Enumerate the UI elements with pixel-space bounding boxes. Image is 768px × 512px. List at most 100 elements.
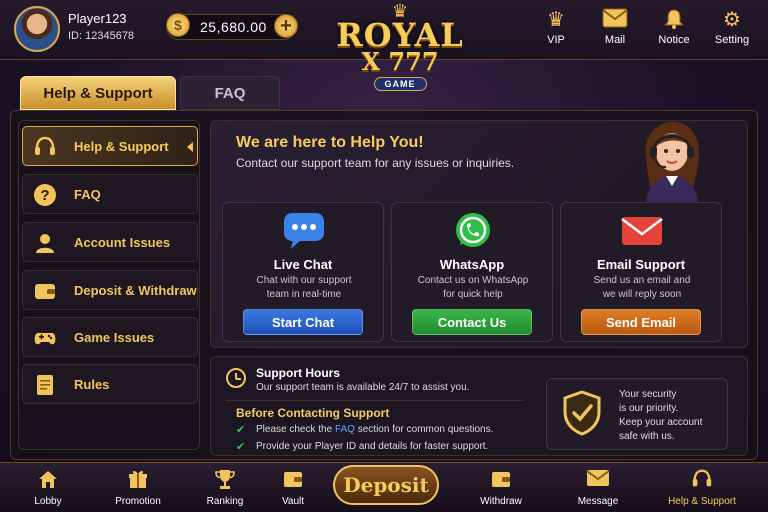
tab-faq[interactable]: FAQ: [180, 76, 280, 110]
security-line: Your security: [619, 389, 677, 400]
coin-icon: $: [166, 13, 190, 37]
headset-icon: [662, 468, 742, 490]
contact-us-button[interactable]: Contact Us: [412, 309, 532, 335]
gamepad-icon: [33, 326, 57, 350]
avatar[interactable]: [14, 6, 60, 52]
nav-notice[interactable]: Notice: [646, 8, 702, 46]
live-chat-desc-line2: team in real-time: [266, 289, 342, 300]
nav-mail[interactable]: Mail: [587, 8, 643, 46]
bottom-nav-message[interactable]: Message: [558, 468, 638, 507]
question-icon: ?: [33, 183, 57, 207]
bottom-nav-label: Message: [577, 496, 619, 507]
sidebar-item-label: Deposit & Withdraw: [74, 283, 197, 298]
checkmark-icon: ✔: [236, 441, 246, 453]
live-chat-description: Chat with our support team in real-time: [233, 274, 375, 302]
whatsapp-description: Contact us on WhatsApp for quick help: [402, 274, 544, 302]
page-title: We are here to Help You!: [236, 134, 424, 151]
crown-icon: ♛: [547, 9, 565, 31]
sidebar-item-game-issues[interactable]: Game Issues: [22, 317, 198, 357]
gift-icon: [98, 468, 178, 490]
page-subtitle: Contact our support team for any issues …: [236, 156, 515, 170]
svg-text:?: ?: [40, 187, 49, 204]
bottom-nav-vault[interactable]: Vault: [253, 468, 333, 507]
sidebar-item-help-support[interactable]: Help & Support: [22, 126, 198, 166]
security-line: safe with us.: [619, 431, 675, 442]
gear-icon: ⚙: [723, 9, 741, 31]
whatsapp-card: WhatsApp Contact us on WhatsApp for quic…: [391, 202, 553, 342]
sidebar-item-deposit-withdraw[interactable]: Deposit & Withdraw: [22, 270, 198, 310]
checkmark-icon: ✔: [236, 424, 246, 436]
home-icon: [8, 468, 88, 490]
sidebar-item-faq[interactable]: ? FAQ: [22, 174, 198, 214]
bottom-nav-label: Help & Support: [668, 496, 736, 507]
bottom-nav-promotion[interactable]: Promotion: [98, 468, 178, 507]
security-line: is our priority.: [619, 403, 679, 414]
divider: [226, 400, 524, 401]
headset-icon: [33, 135, 57, 159]
coin-balance: 25,680.00: [200, 19, 267, 35]
wallet-icon: [33, 279, 57, 303]
send-email-button[interactable]: Send Email: [581, 309, 701, 335]
bell-icon: [646, 8, 702, 32]
chat-bubble-icon: [281, 211, 327, 251]
nav-setting[interactable]: ⚙ Setting: [704, 8, 760, 46]
bottom-nav-withdraw[interactable]: Withdraw: [461, 468, 541, 507]
whatsapp-desc-line1: Contact us on WhatsApp: [417, 275, 529, 286]
faq-link[interactable]: FAQ: [335, 424, 355, 435]
add-coins-button[interactable]: +: [274, 14, 298, 38]
live-chat-desc-line1: Chat with our support: [256, 275, 352, 286]
bottom-nav-help-support[interactable]: Help & Support: [662, 468, 742, 507]
support-hours-text: Our support team is available 24/7 to as…: [256, 382, 470, 393]
bottom-nav-label: Lobby: [34, 496, 62, 507]
email-desc-line2: we will reply soon: [602, 289, 682, 300]
email-support-card: Email Support Send us an email and we wi…: [560, 202, 722, 342]
live-chat-title: Live Chat: [273, 257, 333, 272]
mail-icon: [587, 8, 643, 32]
bottom-nav-label: Promotion: [115, 496, 161, 507]
bottom-nav-lobby[interactable]: Lobby: [8, 468, 88, 507]
tip-player-id: Provide your Player ID and details for f…: [256, 441, 489, 452]
security-line: Keep your account: [619, 417, 703, 428]
email-desc-line1: Send us an email and: [593, 275, 691, 286]
sidebar-item-label: FAQ: [74, 187, 101, 202]
nav-notice-label: Notice: [658, 34, 690, 46]
nav-mail-label: Mail: [604, 34, 626, 46]
email-support-title: Email Support: [596, 257, 686, 272]
player-id: ID: 12345678: [68, 30, 135, 42]
document-icon: [33, 373, 57, 397]
deposit-button[interactable]: Deposit: [333, 465, 439, 505]
logo-text-royal: ROYAL: [336, 16, 464, 54]
tip-text: section for common questions.: [354, 424, 494, 435]
whatsapp-desc-line2: for quick help: [443, 289, 503, 300]
logo-badge-game: GAME: [373, 77, 427, 91]
sidebar-item-rules[interactable]: Rules: [22, 364, 198, 404]
sidebar-item-label: Game Issues: [74, 330, 155, 345]
message-icon: [558, 468, 638, 490]
bottom-nav-label: Withdraw: [480, 496, 522, 507]
bottom-nav-label: Vault: [281, 496, 305, 507]
royal-x777-logo: ♛ ROYAL X 777 GAME: [330, 2, 470, 100]
clock-icon: [226, 368, 246, 388]
live-chat-card: Live Chat Chat with our support team in …: [222, 202, 384, 342]
nav-vip[interactable]: ♛ VIP: [528, 8, 584, 46]
tip-text: Please check the: [256, 424, 335, 435]
support-hours-title: Support Hours: [256, 366, 340, 380]
start-chat-button[interactable]: Start Chat: [243, 309, 363, 335]
vault-icon: [253, 468, 333, 490]
support-agent-illustration: [632, 118, 712, 204]
tab-help-support[interactable]: Help & Support: [20, 76, 176, 110]
whatsapp-icon: [450, 211, 496, 251]
sidebar-item-label: Rules: [74, 377, 110, 392]
player-name: Player123: [68, 11, 127, 26]
envelope-icon: [619, 211, 665, 251]
before-contacting-title: Before Contacting Support: [236, 406, 390, 420]
nav-setting-label: Setting: [714, 34, 750, 46]
nav-vip-label: VIP: [547, 34, 565, 46]
sidebar-item-label: Help & Support: [74, 139, 169, 154]
sidebar-item-label: Account Issues: [74, 235, 171, 250]
withdraw-icon: [461, 468, 541, 490]
email-support-description: Send us an email and we will reply soon: [571, 274, 713, 302]
security-text: Your security is our priority. Keep your…: [619, 388, 719, 444]
whatsapp-title: WhatsApp: [439, 257, 505, 272]
sidebar-item-account-issues[interactable]: Account Issues: [22, 222, 198, 262]
